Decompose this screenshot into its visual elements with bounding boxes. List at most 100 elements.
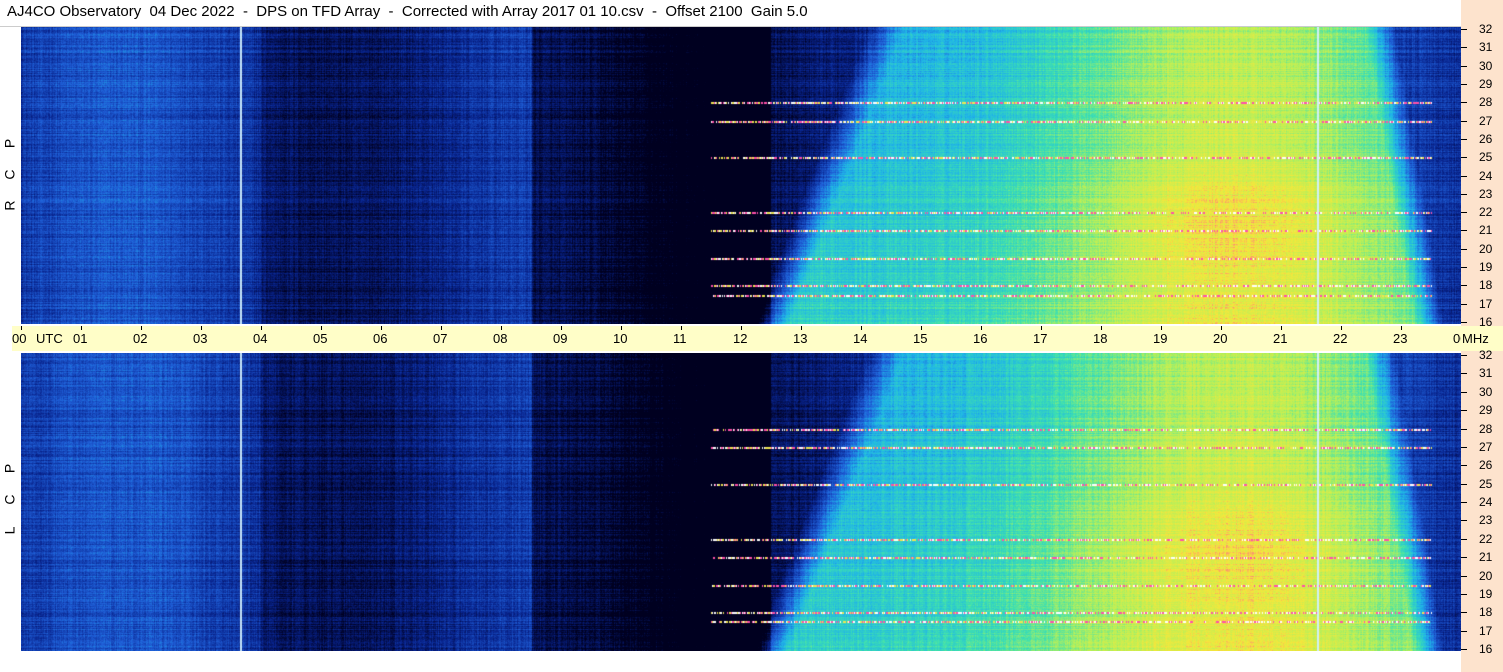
- hour-tick: [981, 326, 982, 330]
- spectrogram-rcp-heatmap: [21, 27, 1461, 324]
- pol-letter: C: [1, 494, 18, 505]
- freq-label: 22: [1479, 531, 1493, 546]
- freq-tick: [1461, 520, 1467, 522]
- hour-label: 21: [1273, 331, 1288, 346]
- hour-label: 18: [1093, 331, 1108, 346]
- hour-label: 23: [1393, 331, 1408, 346]
- freq-tick: [1461, 83, 1467, 85]
- freq-label: 23: [1479, 186, 1493, 201]
- freq-tick: [1461, 465, 1467, 467]
- freq-tick: [1461, 410, 1467, 412]
- freq-label: 20: [1479, 241, 1493, 256]
- hour-label: 05: [313, 331, 328, 346]
- spectrogram-figure: AJ4CO Observatory 04 Dec 2022 - DPS on T…: [0, 0, 1503, 672]
- freq-tick: [1461, 47, 1467, 49]
- polarization-label-rcp: P C R: [0, 128, 20, 221]
- freq-tick: [1461, 538, 1467, 540]
- title-bar: AJ4CO Observatory 04 Dec 2022 - DPS on T…: [0, 0, 1503, 27]
- hour-label: 02: [133, 331, 148, 346]
- freq-label: 19: [1479, 586, 1493, 601]
- freq-label: 25: [1479, 150, 1493, 165]
- freq-label: 27: [1479, 113, 1493, 128]
- freq-tick: [1461, 322, 1467, 323]
- polarization-label-lcp: P C L: [0, 453, 20, 546]
- freq-tick: [1461, 175, 1467, 177]
- freq-tick: [1461, 303, 1467, 305]
- hour-label: 08: [493, 331, 508, 346]
- freq-tick: [1461, 138, 1467, 140]
- freq-label: 29: [1479, 403, 1493, 418]
- hour-tick: [501, 326, 502, 330]
- freq-tick: [1461, 230, 1467, 232]
- hour-label: 11: [673, 331, 687, 346]
- hour-label: 06: [373, 331, 388, 346]
- utc-label: UTC: [36, 331, 63, 346]
- freq-tick: [1461, 285, 1467, 287]
- freq-label: 16: [1479, 642, 1493, 656]
- freq-label: 20: [1479, 568, 1493, 583]
- freq-tick: [1461, 502, 1467, 503]
- freq-tick: [1461, 612, 1467, 614]
- hour-tick: [921, 326, 922, 330]
- freq-label: 26: [1479, 458, 1493, 473]
- freq-tick: [1461, 65, 1467, 67]
- freq-tick: [1461, 373, 1467, 375]
- freq-label: 19: [1479, 260, 1493, 275]
- freq-label: 26: [1479, 131, 1493, 146]
- hour-label: 13: [793, 331, 808, 346]
- freq-tick: [1461, 630, 1467, 632]
- hour-tick: [1281, 326, 1282, 330]
- freq-label: 31: [1479, 40, 1493, 55]
- freq-tick: [1461, 391, 1467, 393]
- hour-label: 22: [1333, 331, 1348, 346]
- hour-label: 12: [733, 331, 748, 346]
- frequency-axis-top: 16 17 18 19 20 21 22 23 24 25 26 27 28 29 30 31 32: [1461, 0, 1503, 329]
- freq-label: 32: [1479, 22, 1493, 36]
- hour-label: 00: [12, 331, 27, 346]
- hour-tick: [1041, 326, 1042, 330]
- hour-tick: [561, 326, 562, 330]
- hour-label: 17: [1033, 331, 1048, 346]
- freq-tick: [1461, 267, 1467, 269]
- freq-tick: [1461, 355, 1467, 356]
- freq-tick: [1461, 157, 1467, 159]
- hour-label: 03: [193, 331, 208, 346]
- hour-tick: [1401, 326, 1402, 330]
- hour-tick: [141, 326, 142, 330]
- hour-tick: [741, 326, 742, 330]
- freq-tick: [1461, 575, 1467, 577]
- freq-tick: [1461, 649, 1467, 650]
- hour-tick: [381, 326, 382, 330]
- hour-label: 09: [553, 331, 568, 346]
- pol-letter: C: [1, 169, 18, 180]
- freq-label: 25: [1479, 476, 1493, 491]
- hour-label: 19: [1153, 331, 1168, 346]
- freq-label: 32: [1479, 348, 1493, 362]
- hour-tick: [21, 326, 22, 330]
- freq-tick: [1461, 212, 1467, 214]
- freq-tick: [1461, 193, 1467, 195]
- freq-label: 18: [1479, 605, 1493, 620]
- freq-label: 21: [1479, 550, 1493, 565]
- freq-tick: [1461, 483, 1467, 485]
- pol-letter: P: [1, 463, 18, 474]
- hour-label: 04: [253, 331, 268, 346]
- freq-label: 29: [1479, 76, 1493, 91]
- spectrogram-lcp-heatmap: [21, 353, 1461, 651]
- pol-letter: P: [1, 138, 18, 149]
- freq-tick: [1461, 248, 1467, 250]
- hour-tick: [681, 326, 682, 330]
- freq-label: 28: [1479, 421, 1493, 436]
- pol-letter: R: [1, 200, 18, 211]
- freq-label: 22: [1479, 205, 1493, 220]
- hour-tick: [621, 326, 622, 330]
- freq-tick: [1461, 428, 1467, 430]
- freq-label: 16: [1479, 315, 1493, 329]
- spectrogram-rcp: [21, 27, 1461, 324]
- utc-time-axis: 00 01 02 03 04 05 06 07 08 09 10 11 12 13 14 15 16 17 18 19…: [12, 326, 1467, 351]
- hour-tick: [1341, 326, 1342, 330]
- hour-tick: [1221, 326, 1222, 330]
- freq-tick: [1461, 102, 1467, 104]
- freq-tick: [1461, 557, 1467, 559]
- freq-label: 18: [1479, 278, 1493, 293]
